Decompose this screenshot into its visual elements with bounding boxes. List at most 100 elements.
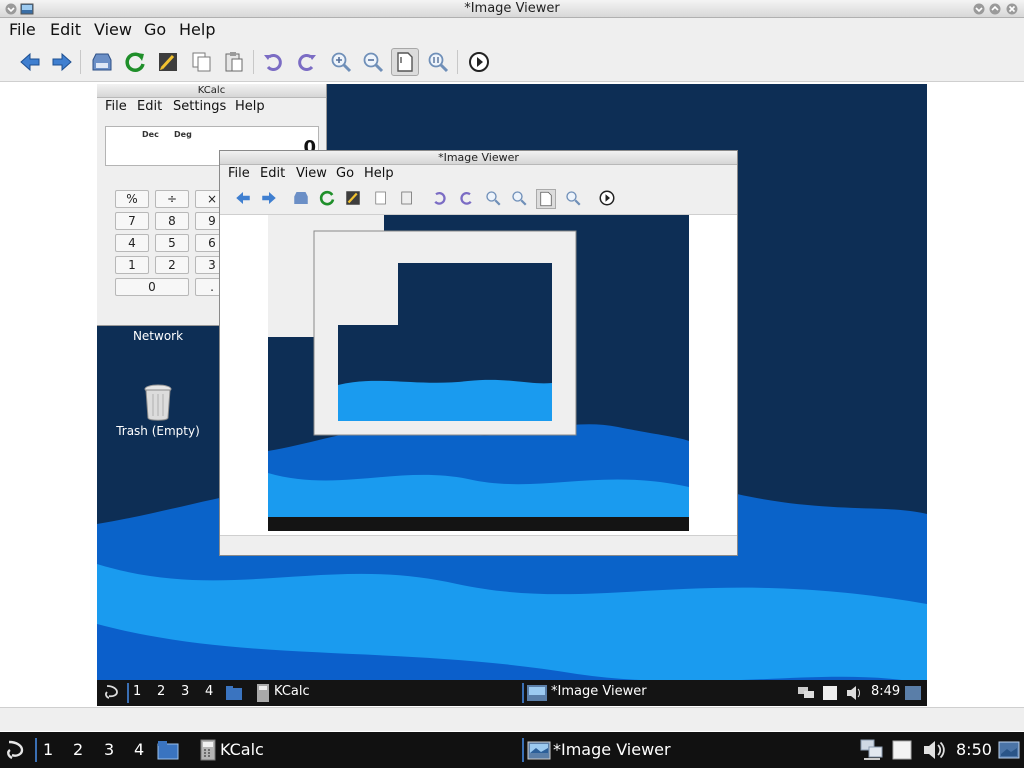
zoom-original-icon	[428, 52, 449, 73]
menu-file[interactable]: File	[9, 20, 36, 39]
inner-task-viewer: *Image Viewer	[551, 684, 647, 699]
inner-desktop-4: 4	[205, 684, 214, 699]
inner-save-icon	[292, 189, 312, 209]
kcalc-menu-settings: Settings	[173, 99, 227, 114]
kcalc-key: 5	[155, 234, 189, 252]
desktop-switch-2[interactable]: 2	[73, 740, 83, 759]
inner-menu-edit: Edit	[260, 166, 286, 181]
zoom-in-icon	[331, 52, 352, 73]
close-icon[interactable]	[1005, 2, 1019, 16]
inner-image-viewer-window: *Image Viewer File Edit View Go Help	[219, 150, 738, 556]
kcalc-mode-deg: Deg	[174, 130, 192, 139]
copy-button[interactable]	[188, 48, 216, 76]
rotate-right-button[interactable]	[293, 48, 321, 76]
task-kcalc[interactable]: KCalc	[220, 740, 264, 759]
trash-icon	[143, 384, 173, 422]
fit-window-button[interactable]	[391, 48, 419, 76]
zoom-out-button[interactable]	[359, 48, 387, 76]
fit-window-icon	[397, 52, 413, 72]
clock[interactable]: 8:50	[956, 740, 992, 759]
inner-play-icon	[598, 189, 618, 209]
inner-zoom-in-icon	[484, 189, 504, 209]
inner-desktop-1: 1	[133, 684, 142, 699]
toolbar	[0, 42, 1024, 82]
inner-clipboard-icon	[823, 686, 837, 704]
kcalc-menu-bar: File Edit Settings Help	[97, 98, 326, 116]
status-bar	[0, 707, 1024, 731]
clipboard-icon[interactable]	[890, 738, 914, 762]
inner-edit-image-icon	[344, 189, 364, 209]
kcalc-menu-edit: Edit	[137, 99, 163, 114]
inner-zoom-out-icon	[510, 189, 530, 209]
desktop-switch-4[interactable]: 4	[134, 740, 144, 759]
edit-image-button[interactable]	[154, 48, 182, 76]
menu-help[interactable]: Help	[179, 20, 215, 39]
slideshow-button[interactable]	[465, 48, 493, 76]
zoom-in-button[interactable]	[327, 48, 355, 76]
inner-taskbar: 1 2 3 4 KCalc *Image Viewer 8:49	[97, 680, 927, 706]
task-image-viewer[interactable]: *Image Viewer	[553, 740, 671, 759]
desktop-switch-3[interactable]: 3	[104, 740, 114, 759]
back-button[interactable]	[16, 48, 44, 76]
inner-menu-file: File	[228, 166, 250, 181]
inner-fit-window-icon	[536, 189, 556, 209]
minimize-icon[interactable]	[972, 2, 986, 16]
menu-go[interactable]: Go	[144, 20, 166, 39]
inner-desktop-2: 2	[157, 684, 166, 699]
kcalc-key: 8	[155, 212, 189, 230]
inner-launcher-icon	[103, 683, 121, 705]
maximize-icon[interactable]	[988, 2, 1002, 16]
paste-icon	[225, 52, 243, 72]
kcalc-menu-help: Help	[235, 99, 265, 114]
paste-button[interactable]	[220, 48, 248, 76]
menu-edit[interactable]: Edit	[50, 20, 81, 39]
inner-show-desktop-icon	[905, 686, 921, 704]
inner-back-icon	[234, 189, 254, 209]
window-titlebar[interactable]: *Image Viewer	[0, 0, 1024, 18]
kcalc-key: 0	[115, 278, 189, 296]
inner-menu-help: Help	[364, 166, 394, 181]
inner-viewer-canvas	[220, 215, 737, 535]
rotate-right-icon	[298, 54, 316, 71]
inner-viewer-title: *Image Viewer	[220, 151, 737, 165]
inner-menu-view: View	[296, 166, 327, 181]
menu-view[interactable]: View	[94, 20, 132, 39]
kcalc-key: %	[115, 190, 149, 208]
inner-network-icon	[797, 686, 815, 704]
forward-button[interactable]	[48, 48, 76, 76]
save-button[interactable]	[88, 48, 116, 76]
inner-nested-screenshot	[268, 215, 689, 531]
inner-viewer-toolbar	[220, 183, 737, 215]
image-viewer-task-icon	[527, 738, 551, 762]
inner-folder-icon	[225, 685, 243, 705]
file-manager-icon[interactable]	[156, 738, 180, 762]
network-icon[interactable]	[860, 738, 884, 762]
show-desktop-icon[interactable]	[997, 738, 1021, 762]
inner-volume-icon	[845, 685, 863, 705]
window-title: *Image Viewer	[464, 1, 560, 16]
kcalc-mode-dec: Dec	[142, 130, 159, 139]
inner-zoom-original-icon	[564, 189, 584, 209]
kcalc-task-icon	[196, 738, 220, 762]
launcher-icon[interactable]	[4, 738, 28, 762]
kcalc-key: 2	[155, 256, 189, 274]
kcalc-key: 7	[115, 212, 149, 230]
kcalc-key: 1	[115, 256, 149, 274]
menu-bar: File Edit View Go Help	[0, 18, 1024, 42]
inner-desktop-3: 3	[181, 684, 190, 699]
rotate-left-button[interactable]	[259, 48, 287, 76]
zoom-original-button[interactable]	[424, 48, 452, 76]
desktop-network-label: Network	[132, 329, 184, 343]
save-icon	[92, 53, 112, 71]
copy-icon	[192, 52, 211, 72]
inner-rotate-left-icon	[430, 189, 450, 209]
inner-kcalc-icon	[257, 684, 269, 706]
kcalc-menu-file: File	[105, 99, 127, 114]
zoom-out-icon	[363, 52, 384, 73]
inner-paste-icon	[398, 189, 418, 209]
volume-icon[interactable]	[922, 738, 946, 762]
inner-reload-icon	[318, 189, 338, 209]
desktop-switch-1[interactable]: 1	[43, 740, 53, 759]
reload-button[interactable]	[121, 48, 149, 76]
inner-clock: 8:49	[871, 684, 901, 699]
